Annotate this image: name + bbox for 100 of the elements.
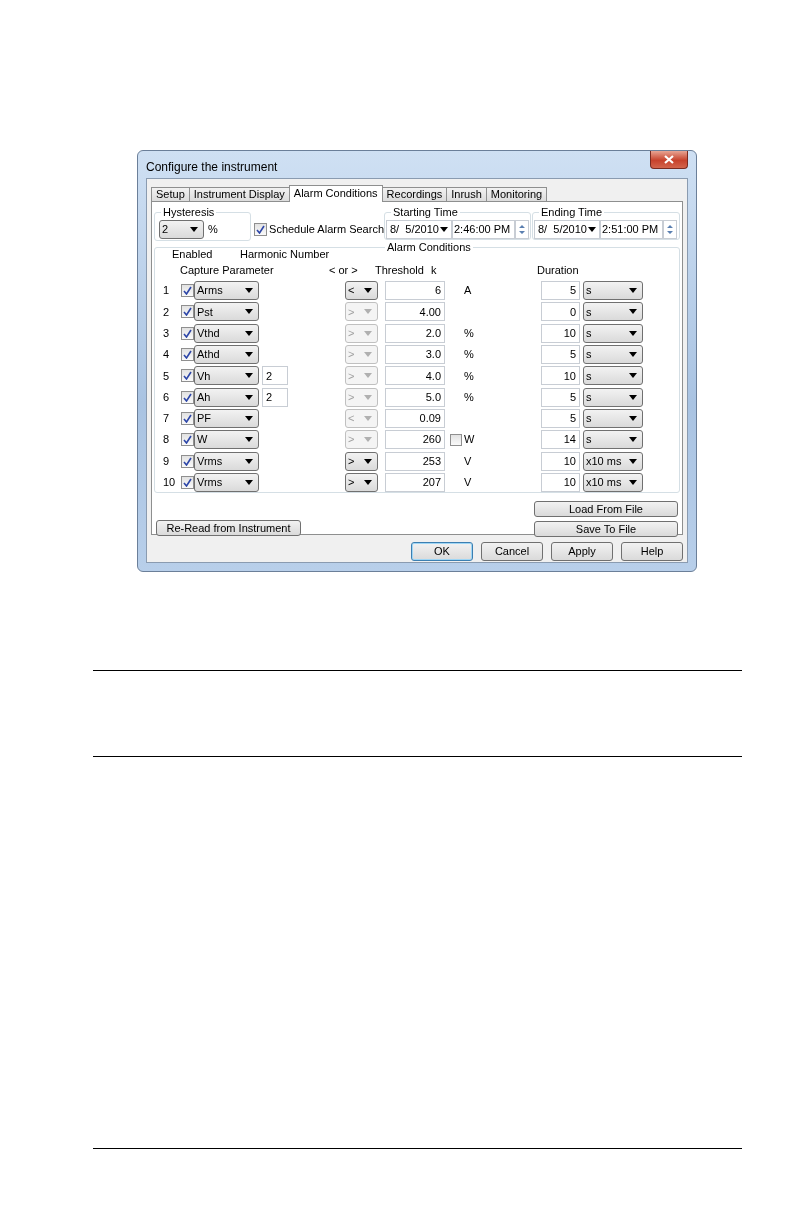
unit-label: A — [464, 283, 473, 299]
dialog-button[interactable]: Apply — [551, 542, 613, 561]
time-field[interactable]: 2:51:00 PM — [600, 219, 663, 239]
spin-arrows-icon — [518, 222, 526, 236]
checkbox[interactable] — [254, 222, 268, 236]
checkbox[interactable] — [181, 454, 194, 468]
dropdown[interactable]: Athd — [194, 345, 259, 365]
caret-icon — [364, 479, 372, 485]
dropdown[interactable]: > — [345, 451, 378, 471]
checkbox[interactable] — [181, 305, 194, 319]
caret-icon — [364, 330, 372, 336]
dropdown[interactable]: s — [583, 366, 643, 386]
tab[interactable]: Instrument Display — [188, 187, 290, 201]
input-field[interactable]: 260 — [385, 430, 445, 450]
caret-icon — [364, 458, 372, 464]
input-field[interactable]: 6 — [385, 281, 445, 301]
group-label: Hysteresis — [161, 206, 217, 218]
caret-icon — [629, 330, 637, 336]
dropdown[interactable]: x10 ms — [583, 451, 643, 471]
caret-icon — [364, 352, 372, 358]
checkbox[interactable] — [181, 369, 194, 383]
reread-button[interactable]: Re-Read from Instrument — [156, 520, 301, 536]
row-number: 6 — [163, 389, 171, 405]
row-number: 2 — [163, 304, 171, 320]
input-field[interactable]: 0 — [541, 302, 580, 322]
input-field[interactable]: 0.09 — [385, 408, 445, 428]
checkbox[interactable] — [181, 390, 194, 404]
dropdown[interactable]: Pst — [194, 302, 259, 322]
input-field[interactable]: 5 — [541, 387, 580, 407]
input-field[interactable]: 14 — [541, 430, 580, 450]
date-field[interactable]: 8/ 5/2010 — [534, 219, 600, 239]
tab[interactable]: Inrush — [446, 187, 487, 201]
time-field[interactable]: 2:46:00 PM — [452, 219, 515, 239]
row-number: 10 — [163, 475, 177, 491]
checkbox-label[interactable]: Schedule Alarm Search — [269, 220, 384, 238]
input-field[interactable]: 4.00 — [385, 302, 445, 322]
unit-label: % — [464, 389, 475, 405]
input-field[interactable]: 2 — [262, 366, 288, 386]
dialog-button[interactable]: OK — [411, 542, 473, 561]
input-field[interactable]: 5 — [541, 345, 580, 365]
caret-icon — [629, 309, 637, 315]
checkbox[interactable] — [181, 433, 194, 447]
dropdown[interactable]: Vrms — [194, 472, 259, 492]
input-field[interactable]: 10 — [541, 472, 580, 492]
input-field[interactable]: 3.0 — [385, 345, 445, 365]
load-button[interactable]: Load From File — [534, 501, 678, 517]
dropdown[interactable]: Ah — [194, 387, 259, 407]
caret-icon — [629, 458, 637, 464]
group-label: Alarm Conditions — [385, 241, 473, 253]
input-field[interactable]: 5 — [541, 408, 580, 428]
dropdown[interactable]: < — [345, 281, 378, 301]
checkbox[interactable] — [181, 348, 194, 362]
dialog-button[interactable]: Help — [621, 542, 683, 561]
spin-button[interactable] — [515, 219, 529, 239]
input-field[interactable]: 10 — [541, 366, 580, 386]
dropdown[interactable]: s — [583, 430, 643, 450]
checkbox[interactable] — [181, 284, 194, 298]
dropdown[interactable]: s — [583, 302, 643, 322]
checkbox[interactable] — [181, 326, 194, 340]
input-field[interactable]: 10 — [541, 451, 580, 471]
date-field[interactable]: 8/ 5/2010 — [386, 219, 452, 239]
dropdown[interactable]: Vh — [194, 366, 259, 386]
checkbox[interactable] — [181, 475, 194, 489]
input-field[interactable]: 2 — [262, 387, 288, 407]
dropdown[interactable]: s — [583, 408, 643, 428]
caret-icon — [245, 330, 253, 336]
unit-label: W — [464, 432, 476, 448]
dropdown[interactable]: Arms — [194, 281, 259, 301]
group-label: Ending Time — [539, 206, 605, 218]
caret-icon — [364, 415, 372, 421]
input-field[interactable]: 2.0 — [385, 323, 445, 343]
input-field[interactable]: 5.0 — [385, 387, 445, 407]
dialog-button[interactable]: Cancel — [481, 542, 543, 561]
dropdown[interactable]: s — [583, 345, 643, 365]
input-field[interactable]: 4.0 — [385, 366, 445, 386]
checkbox[interactable] — [450, 433, 462, 446]
dropdown[interactable]: PF — [194, 408, 259, 428]
dropdown[interactable]: Vthd — [194, 323, 259, 343]
tab[interactable]: Recordings — [381, 187, 448, 201]
caret-icon — [629, 415, 637, 421]
input-field[interactable]: 253 — [385, 451, 445, 471]
input-field[interactable]: 5 — [541, 281, 580, 301]
tab[interactable]: Alarm Conditions — [288, 185, 383, 202]
input-field[interactable]: 207 — [385, 472, 445, 492]
save-button[interactable]: Save To File — [534, 521, 678, 537]
dropdown[interactable]: s — [583, 281, 643, 301]
checkbox[interactable] — [181, 411, 194, 425]
dropdown[interactable]: Vrms — [194, 451, 259, 471]
dropdown[interactable]: s — [583, 323, 643, 343]
unit-label: % — [464, 368, 475, 384]
dropdown[interactable]: s — [583, 387, 643, 407]
dropdown[interactable]: 2 — [159, 219, 204, 239]
tab[interactable]: Monitoring — [485, 187, 548, 201]
spin-button[interactable] — [663, 219, 677, 239]
tab[interactable]: Setup — [151, 187, 190, 201]
dropdown[interactable]: W — [194, 430, 259, 450]
close-button[interactable] — [650, 151, 688, 169]
dropdown[interactable]: > — [345, 472, 378, 492]
dropdown[interactable]: x10 ms — [583, 472, 643, 492]
input-field[interactable]: 10 — [541, 323, 580, 343]
